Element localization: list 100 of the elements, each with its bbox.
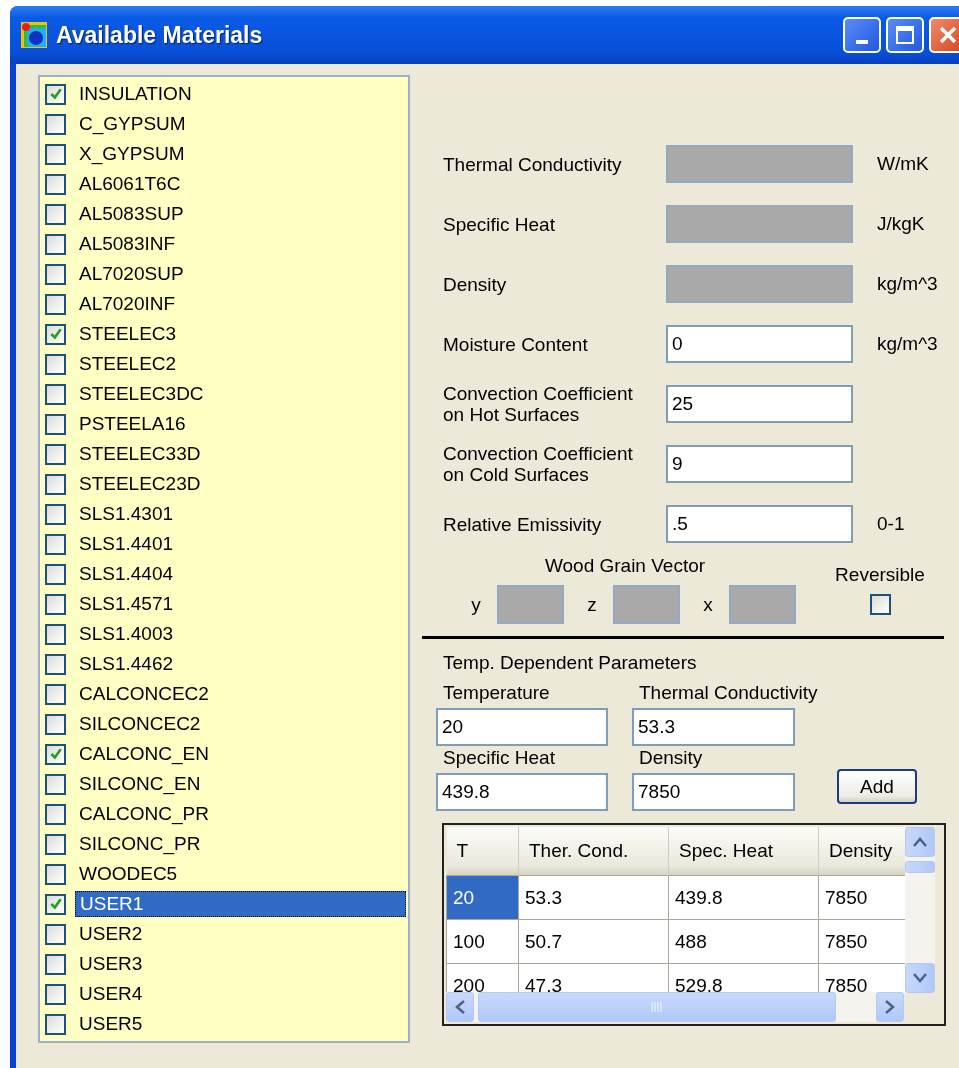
- field-label: Convection Coefficient on Hot Surfaces: [443, 383, 634, 425]
- list-item[interactable]: CALCONCEC2: [75, 681, 406, 707]
- list-item[interactable]: SLS1.4571: [75, 591, 406, 617]
- list-item[interactable]: STEELEC23D: [75, 471, 406, 497]
- column-header[interactable]: T: [446, 827, 519, 876]
- scrollbar-thumb[interactable]: [478, 992, 836, 1022]
- checkbox[interactable]: [45, 473, 66, 495]
- reversible-label: Reversible: [835, 564, 925, 586]
- input-field[interactable]: 0: [666, 325, 853, 363]
- scroll-down-button[interactable]: [905, 963, 935, 993]
- checkbox[interactable]: [45, 653, 66, 675]
- checkbox[interactable]: [45, 503, 66, 525]
- checkbox[interactable]: [45, 563, 66, 585]
- column-header[interactable]: Density: [818, 827, 907, 876]
- down-chevron-icon: [913, 973, 927, 983]
- list-item[interactable]: AL7020INF: [75, 291, 406, 317]
- list-item[interactable]: STEELEC3DC: [75, 381, 406, 407]
- left-chevron-icon: [455, 1000, 465, 1014]
- list-item[interactable]: INSULATION: [75, 81, 406, 107]
- checkbox[interactable]: [45, 233, 66, 255]
- checkbox[interactable]: [45, 683, 66, 705]
- add-button[interactable]: Add: [837, 769, 917, 804]
- checkbox[interactable]: [45, 353, 66, 375]
- field-label: Thermal Conductivity: [639, 681, 818, 705]
- checkbox[interactable]: [45, 413, 66, 435]
- list-item[interactable]: STEELEC33D: [75, 441, 406, 467]
- unit-label: 0-1: [877, 513, 906, 535]
- checkbox[interactable]: [45, 833, 66, 855]
- checkbox[interactable]: [45, 803, 66, 825]
- scroll-left-button[interactable]: [446, 992, 474, 1022]
- list-item[interactable]: USER4: [75, 981, 406, 1007]
- checkbox[interactable]: [869, 594, 891, 615]
- list-item[interactable]: SLS1.4404: [75, 561, 406, 587]
- input-field[interactable]: .5: [666, 505, 853, 543]
- up-chevron-icon: [913, 837, 927, 847]
- maximize-button[interactable]: [886, 17, 924, 53]
- input-field[interactable]: 25: [666, 385, 853, 423]
- input-field[interactable]: 7850: [632, 773, 795, 811]
- scroll-up-button[interactable]: [905, 827, 935, 857]
- list-item[interactable]: USER5: [75, 1011, 406, 1037]
- list-item[interactable]: PSTEELA16: [75, 411, 406, 437]
- field-label: Relative Emissivity: [443, 513, 603, 535]
- checkbox[interactable]: [45, 293, 66, 315]
- column-header[interactable]: Spec. Heat: [668, 827, 819, 876]
- list-item[interactable]: CALCONC_EN: [75, 741, 406, 767]
- list-item[interactable]: CALCONC_PR: [75, 801, 406, 827]
- checkbox[interactable]: [45, 383, 66, 405]
- checkbox[interactable]: [45, 773, 66, 795]
- checkbox[interactable]: [45, 143, 66, 165]
- checkbox[interactable]: [45, 1013, 66, 1035]
- list-item[interactable]: SLS1.4462: [75, 651, 406, 677]
- checkbox[interactable]: [45, 863, 66, 885]
- list-item[interactable]: C_GYPSUM: [75, 111, 406, 137]
- minimize-button[interactable]: [843, 17, 881, 53]
- list-item[interactable]: USER3: [75, 951, 406, 977]
- list-item[interactable]: SILCONCEC2: [75, 711, 406, 737]
- list-item[interactable]: STEELEC2: [75, 351, 406, 377]
- checkbox[interactable]: [45, 593, 66, 615]
- axis-label: z: [586, 593, 598, 616]
- column-header[interactable]: Ther. Cond.: [518, 827, 669, 876]
- list-item[interactable]: USER1: [75, 891, 406, 917]
- input-field[interactable]: 439.8: [436, 773, 608, 811]
- list-item[interactable]: AL5083SUP: [75, 201, 406, 227]
- list-item[interactable]: SLS1.4301: [75, 501, 406, 527]
- checkbox[interactable]: [45, 923, 66, 945]
- list-item[interactable]: SILCONC_PR: [75, 831, 406, 857]
- list-item[interactable]: SLS1.4003: [75, 621, 406, 647]
- checkbox[interactable]: [45, 983, 66, 1005]
- checkbox[interactable]: [45, 743, 66, 765]
- unit-label: kg/m^3: [877, 273, 939, 295]
- checkbox[interactable]: [45, 713, 66, 735]
- axis-label: x: [702, 593, 714, 616]
- checkbox[interactable]: [45, 263, 66, 285]
- checkbox[interactable]: [45, 443, 66, 465]
- list-item[interactable]: WOODEC5: [75, 861, 406, 887]
- scrollbar-thumb[interactable]: [905, 861, 935, 873]
- list-item[interactable]: X_GYPSUM: [75, 141, 406, 167]
- checkbox[interactable]: [45, 893, 66, 915]
- list-item[interactable]: STEELEC3: [75, 321, 406, 347]
- input-field[interactable]: 53.3: [632, 708, 795, 746]
- list-item[interactable]: USER2: [75, 921, 406, 947]
- scroll-right-button[interactable]: [876, 992, 904, 1022]
- checkbox[interactable]: [45, 113, 66, 135]
- list-item[interactable]: AL6061T6C: [75, 171, 406, 197]
- input-field[interactable]: 9: [666, 445, 853, 483]
- checkbox[interactable]: [45, 203, 66, 225]
- minimize-icon: [856, 40, 868, 44]
- checkbox[interactable]: [45, 173, 66, 195]
- checkbox[interactable]: [45, 953, 66, 975]
- checkbox[interactable]: [45, 323, 66, 345]
- list-item[interactable]: SILCONC_EN: [75, 771, 406, 797]
- list-item[interactable]: AL5083INF: [75, 231, 406, 257]
- input-field[interactable]: 20: [436, 708, 608, 746]
- list-item[interactable]: SLS1.4401: [75, 531, 406, 557]
- check-icon: [48, 327, 63, 341]
- list-item[interactable]: AL7020SUP: [75, 261, 406, 287]
- checkbox[interactable]: [45, 83, 66, 105]
- close-button[interactable]: [929, 17, 959, 53]
- checkbox[interactable]: [45, 623, 66, 645]
- checkbox[interactable]: [45, 533, 66, 555]
